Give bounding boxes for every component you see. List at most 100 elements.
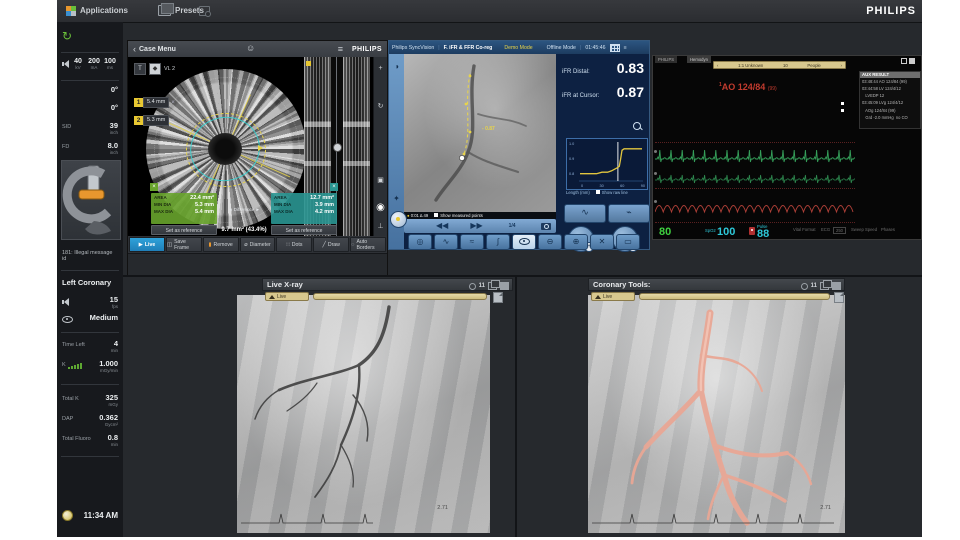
maximize-icon[interactable] — [500, 282, 509, 290]
wire-tool-button[interactable]: ∿ — [564, 204, 606, 223]
set-as-reference-button[interactable]: Set as reference — [151, 225, 217, 235]
pin-icon[interactable]: ⊥ — [374, 223, 387, 230]
delete-button[interactable]: ✕ — [590, 234, 614, 250]
layout-icon[interactable] — [488, 282, 497, 290]
total-fluoro-label: Total Fluoro — [62, 434, 91, 442]
live-xray-timeline[interactable] — [313, 293, 487, 300]
diameter-button[interactable]: ⌀Diameter — [240, 237, 276, 252]
panel-menu-icon[interactable]: ≡ — [624, 45, 627, 51]
eraser-button[interactable]: ◆ — [149, 63, 161, 75]
snapshot-icon[interactable] — [834, 292, 844, 303]
vital-format-control[interactable]: Vital Format — [793, 227, 816, 232]
close-icon[interactable]: × — [150, 183, 158, 191]
reference-measurement-box[interactable]: × AREA22.4 mm² MIN DIA5.3 mm MAX DIA5.4 … — [151, 193, 217, 224]
rewind-button[interactable]: ◀◀ — [436, 222, 448, 230]
pulse-icon — [749, 227, 755, 235]
show-raw-line-checkbox[interactable]: Show raw line — [596, 190, 628, 195]
zoom-tool-button[interactable]: ◎ — [408, 234, 432, 250]
auto-borders-button[interactable]: ◌Auto Borders — [350, 237, 386, 252]
menu-icon[interactable]: ≡ — [338, 44, 343, 54]
play-control-icon[interactable]: ◉ — [374, 203, 387, 213]
ecg-control[interactable]: ECG — [821, 227, 830, 232]
coreg-angiogram-viewport[interactable]: - 0.87 — [404, 54, 556, 212]
monitor-tab-philips[interactable]: PHILIPS — [655, 56, 677, 63]
coreg-marker-button[interactable] — [390, 211, 407, 228]
transfer-icon[interactable] — [199, 6, 210, 16]
window-icon[interactable] — [909, 58, 915, 64]
maximize-icon[interactable] — [832, 282, 841, 290]
wire-button[interactable]: ∿ — [434, 234, 458, 250]
live-xray-viewport[interactable]: 2.71 — [237, 295, 490, 533]
applications-button[interactable]: Applications — [61, 3, 133, 18]
coronary-tools-live-tab[interactable]: Live — [591, 292, 635, 301]
window-icon[interactable] — [901, 58, 907, 64]
marker-2[interactable]: 2 5.3 mm × — [134, 115, 175, 126]
dap-value: 0.362 — [99, 414, 118, 422]
phases-control[interactable]: Phases — [881, 227, 895, 232]
rotate-view-icon[interactable]: ↻ — [374, 103, 387, 110]
save-frame-button[interactable]: ◫Save Frame — [166, 237, 202, 252]
contrast-icon[interactable]: ◑ — [389, 62, 404, 71]
gear-icon[interactable] — [469, 283, 476, 290]
run-icon — [595, 295, 601, 299]
ma-value: 200 — [86, 58, 102, 65]
lesion-measurement-box[interactable]: × AREA12.7 mm² MIN DIA3.9 mm MAX DIA4.2 … — [271, 193, 337, 224]
close-icon[interactable]: × — [171, 100, 175, 106]
grid-layout-icon[interactable] — [610, 44, 620, 52]
coronary-tools-titlebar[interactable]: Coronary Tools: 11 — [588, 278, 845, 291]
fd-label: FD — [62, 142, 69, 150]
show-measured-points-checkbox[interactable]: Show measured points — [434, 213, 483, 218]
spo2-value: 100 — [717, 227, 735, 238]
marker-1[interactable]: 1 5.4 mm × — [134, 97, 175, 108]
dots-button[interactable]: ∷Dots — [276, 237, 312, 252]
applications-icon — [66, 6, 76, 16]
ivus-viewport[interactable]: T ◆ VL 2 1 5.4 mm × 2 5.3 mm × + ↻ ▣ — [128, 57, 387, 236]
case-menu-button[interactable]: Case Menu — [139, 46, 176, 53]
sweep-speed-control[interactable]: Sweep Speed — [851, 227, 877, 232]
add-icon[interactable]: + — [374, 65, 387, 72]
forward-button[interactable]: ▶▶ — [470, 222, 482, 230]
angle-arrow-icon — [258, 145, 263, 151]
vessel-trace-button[interactable]: ≈ — [460, 234, 484, 250]
remove-button[interactable]: ▮Remove — [203, 237, 239, 252]
camera-icon[interactable] — [541, 223, 551, 230]
prev-icon[interactable]: ‹ — [717, 63, 718, 68]
coronary-tools-viewport[interactable]: 2.71 — [588, 295, 845, 533]
rotate-icon: ↻ — [62, 30, 72, 42]
back-chevron-icon[interactable]: ‹ — [133, 44, 136, 54]
monitor-tab-hemodyn[interactable]: Hemodyn — [687, 56, 711, 63]
layout-icon[interactable] — [820, 282, 829, 290]
syncvision-brand: Philips SyncVision — [392, 45, 434, 51]
pause-badge: 11 — [811, 283, 817, 289]
patient-selector-bar[interactable]: ‹ 1:1 Unknown 10 People › — [713, 61, 846, 69]
scale-control[interactable]: 250 — [833, 227, 846, 234]
tools-icon[interactable]: ✦ — [389, 194, 404, 203]
version-label: VL 2 — [164, 66, 175, 72]
snapshot-icon[interactable] — [493, 292, 503, 303]
live-xray-live-tab[interactable]: Live — [265, 292, 309, 301]
catheter-tool-button[interactable]: ⌁ — [608, 204, 650, 223]
draw-icon: ╱ — [323, 242, 326, 248]
live-xray-titlebar[interactable]: Live X-ray 11 — [262, 278, 513, 291]
close-icon[interactable]: × — [171, 118, 175, 124]
layout-icon[interactable]: ▣ — [374, 177, 387, 184]
add-points-button[interactable]: ⊕ — [564, 234, 588, 250]
tool-button[interactable]: T — [134, 63, 146, 75]
coronary-tools-timeline[interactable] — [639, 293, 830, 300]
next-icon[interactable]: › — [841, 63, 842, 68]
set-as-reference-button[interactable]: Set as reference — [271, 225, 337, 235]
ifr-pullback-chart[interactable]: 1.0 0.9 0.8 030 6090 — [566, 138, 648, 190]
draw-button[interactable]: ╱Draw — [313, 237, 349, 252]
live-button[interactable]: ▶Live — [129, 237, 165, 252]
c-arm-position-graphic — [61, 160, 121, 240]
show-overlay-button[interactable] — [512, 234, 536, 250]
longitudinal-view-2[interactable] — [343, 57, 370, 236]
gear-icon[interactable] — [801, 283, 808, 290]
close-icon[interactable]: × — [330, 183, 338, 191]
hide-points-button[interactable]: ⊖ — [538, 234, 562, 250]
pullback-button[interactable]: ∫ — [486, 234, 510, 250]
ifr-cursor-value: 0.87 — [617, 84, 644, 100]
frame-number: 2.71 — [820, 505, 831, 511]
zoom-icon[interactable] — [633, 122, 641, 130]
stent-button[interactable]: ▭ — [616, 234, 640, 250]
